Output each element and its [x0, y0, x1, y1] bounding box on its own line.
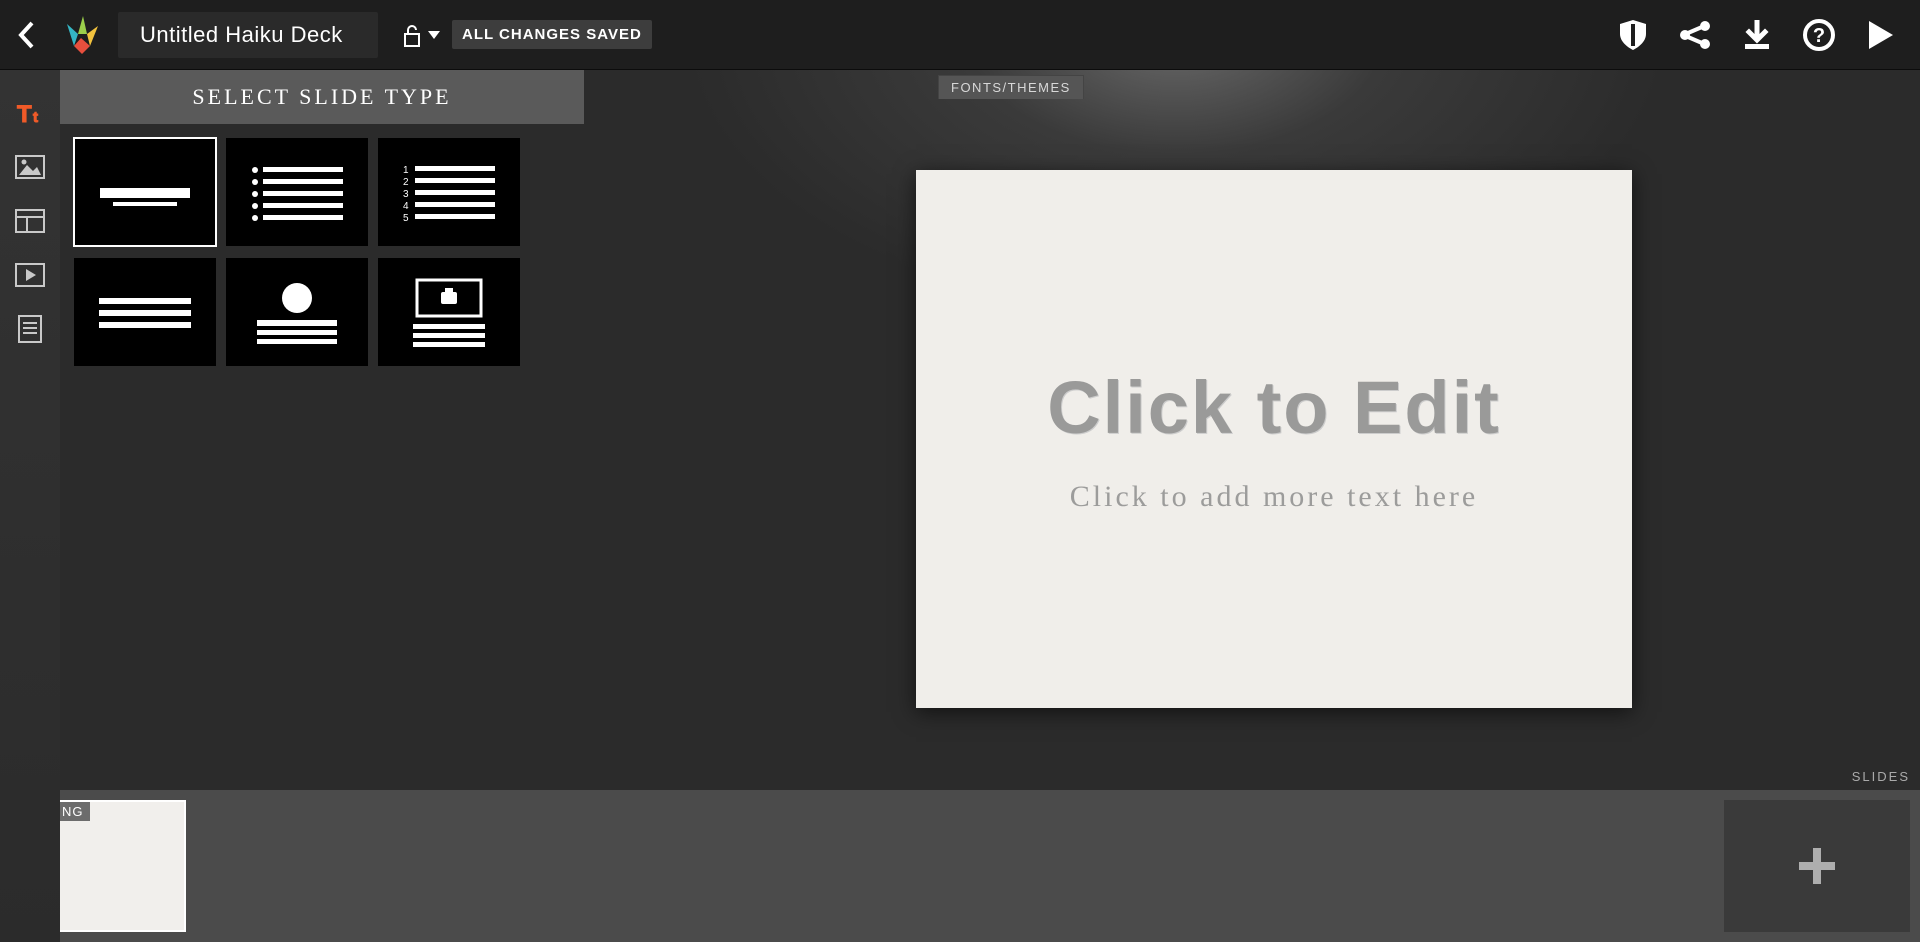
svg-text:1: 1 — [403, 165, 409, 176]
svg-text:4: 4 — [403, 201, 409, 212]
sidebar-item-image[interactable] — [13, 150, 47, 184]
download-icon — [1742, 20, 1772, 50]
svg-text:2: 2 — [403, 177, 409, 188]
play-icon — [1867, 19, 1895, 51]
slide-type-numbered[interactable]: 1 2 3 4 5 — [378, 138, 520, 246]
download-button[interactable] — [1732, 10, 1782, 60]
help-button[interactable]: ? — [1794, 10, 1844, 60]
slide-type-bullets[interactable] — [226, 138, 368, 246]
fonts-themes-tab[interactable]: FONTS/THEMES — [938, 75, 1084, 99]
play-box-icon — [15, 263, 45, 287]
slide-type-numbered-icon: 1 2 3 4 5 — [389, 152, 509, 232]
slide-type-photo[interactable] — [378, 258, 520, 366]
slide-subtitle-placeholder[interactable]: Click to add more text here — [1070, 480, 1478, 514]
help-icon: ? — [1803, 19, 1835, 51]
slide-type-photo-icon — [389, 272, 509, 352]
sidebar-item-layout[interactable] — [13, 204, 47, 238]
slide-canvas[interactable]: Click to Edit Click to add more text her… — [916, 170, 1632, 708]
share-icon — [1678, 20, 1712, 50]
slide-type-person[interactable] — [226, 258, 368, 366]
unlock-icon — [400, 22, 422, 48]
image-icon — [15, 155, 45, 179]
svg-text:t: t — [33, 109, 38, 126]
slide-type-panel: SELECT SLIDE TYPE 1 — [60, 70, 584, 380]
back-button[interactable] — [10, 20, 44, 50]
slide-type-title-icon — [85, 152, 205, 232]
notes-icon — [17, 314, 43, 344]
slide-type-person-icon — [237, 272, 357, 352]
sidebar-item-text[interactable]: Tt — [13, 96, 47, 130]
sidebar-item-chart[interactable] — [13, 258, 47, 292]
svg-text:T: T — [17, 101, 32, 126]
panel-title: SELECT SLIDE TYPE — [60, 70, 584, 124]
top-bar: Untitled Haiku Deck ALL CHANGES SAVED ? — [0, 0, 1920, 70]
left-sidebar: Tt — [0, 70, 60, 942]
svg-text:?: ? — [1813, 25, 1825, 47]
deck-title-input[interactable]: Untitled Haiku Deck — [118, 12, 378, 58]
save-status-badge: ALL CHANGES SAVED — [452, 20, 652, 49]
plus-icon — [1795, 844, 1839, 888]
text-icon: Tt — [15, 100, 45, 126]
caret-down-icon — [428, 31, 440, 39]
layout-icon — [15, 209, 45, 233]
slide-type-title[interactable] — [74, 138, 216, 246]
slide-type-grid: 1 2 3 4 5 — [60, 124, 584, 380]
origami-bird-icon — [58, 12, 104, 58]
sidebar-item-notes[interactable] — [13, 312, 47, 346]
svg-text:3: 3 — [403, 189, 409, 200]
add-slide-button[interactable] — [1724, 800, 1910, 932]
slide-strip: LOADING — [0, 790, 1920, 942]
share-button[interactable] — [1670, 10, 1720, 60]
slide-type-paragraph-icon — [85, 272, 205, 352]
slide-type-bullets-icon — [237, 152, 357, 232]
shield-button[interactable] — [1608, 10, 1658, 60]
slides-strip-label: SLIDES — [1852, 769, 1910, 784]
shield-icon — [1618, 18, 1648, 52]
chevron-left-icon — [17, 20, 37, 50]
play-button[interactable] — [1856, 10, 1906, 60]
slide-title-placeholder[interactable]: Click to Edit — [1047, 365, 1501, 450]
svg-text:5: 5 — [403, 213, 409, 224]
slide-type-paragraph[interactable] — [74, 258, 216, 366]
privacy-toggle[interactable] — [400, 22, 440, 48]
app-logo[interactable] — [56, 10, 106, 60]
